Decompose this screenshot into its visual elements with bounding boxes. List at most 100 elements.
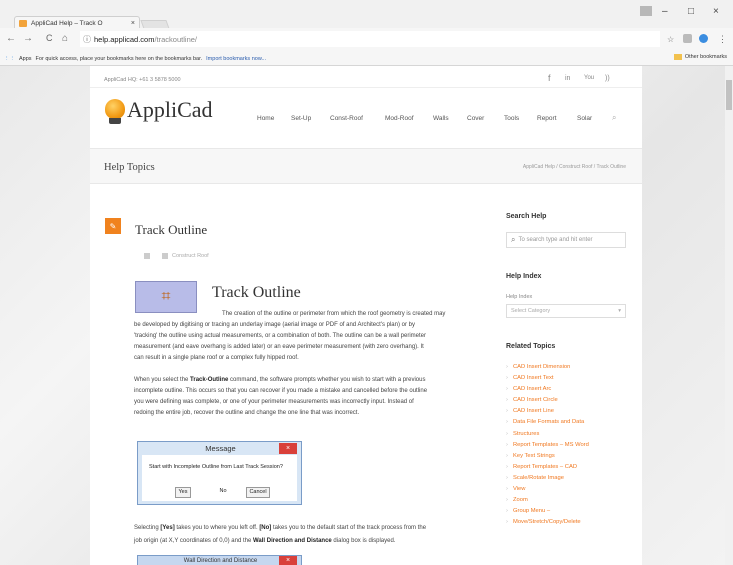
- p3-text: takes you to the default start of the tr…: [271, 525, 427, 531]
- bookmarks-bar: ⋮⋮ Apps For quick access, place your boo…: [0, 52, 733, 66]
- related-topic[interactable]: CAD Insert Arc: [506, 384, 630, 395]
- site-logo[interactable]: AppliCad: [127, 97, 213, 123]
- facebook-icon[interactable]: f: [548, 73, 551, 83]
- address-bar[interactable]: ⓘ help.applicad.com /trackoutline/: [80, 31, 660, 47]
- chevron-down-icon: ▾: [618, 308, 621, 314]
- help-topics-bar: Help Topics AppliCad Help / Construct Ro…: [90, 148, 642, 184]
- category-icon: [162, 253, 168, 259]
- article-category[interactable]: Construct Roof: [172, 253, 209, 259]
- paragraph-2-line-2: incomplete outline. This occurs so that …: [134, 388, 428, 394]
- article-meta: Construct Roof: [144, 253, 209, 259]
- help-topics-title: Help Topics: [104, 162, 155, 173]
- logo-bulb-base: [109, 118, 121, 124]
- extension-icon[interactable]: [683, 34, 692, 43]
- extension-icon[interactable]: [699, 34, 708, 43]
- related-topic[interactable]: Key Text Strings: [506, 451, 630, 462]
- related-topic[interactable]: Move/Stretch/Copy/Delete: [506, 517, 630, 528]
- menu-set-up[interactable]: Set-Up: [291, 115, 311, 122]
- related-topic[interactable]: Group Menu –: [506, 506, 630, 517]
- paragraph-1-line-2: be developed by digitising or tracing an…: [134, 322, 415, 328]
- paragraph-2-line-1: When you select the Track-Outline comman…: [134, 375, 486, 386]
- dialog-body: Start with Incomplete Outline from Last …: [142, 455, 297, 501]
- category-select[interactable]: Select Category ▾: [506, 304, 626, 318]
- p3-text: Selecting: [134, 525, 161, 531]
- minimize-button[interactable]: –: [662, 6, 668, 17]
- menu-cover[interactable]: Cover: [467, 115, 484, 122]
- paragraph-3-line-2: job origin (at X,Y coordinates of 0,0) a…: [134, 536, 486, 547]
- back-button[interactable]: ←: [6, 33, 16, 44]
- home-button[interactable]: ⌂: [62, 33, 68, 44]
- menu-const-roof[interactable]: Const-Roof: [330, 115, 363, 122]
- reload-button[interactable]: C: [46, 33, 53, 43]
- profile-icon[interactable]: [640, 6, 652, 16]
- p3-text: dialog box is displayed.: [331, 538, 396, 544]
- folder-icon: [673, 54, 682, 60]
- forward-button[interactable]: →: [23, 33, 33, 44]
- tab-title: AppliCad Help – Track O: [31, 19, 103, 27]
- dialog-yes-button: Yes: [175, 487, 191, 498]
- wall-direction-dialog: Wall Direction and Distance ×: [137, 555, 302, 565]
- dialog-message: Start with Incomplete Outline from Last …: [149, 464, 283, 470]
- related-topic[interactable]: CAD Insert Dimension: [506, 362, 630, 373]
- no-keyword: [No]: [259, 525, 272, 531]
- p2-text: When you select the: [134, 377, 191, 383]
- url-path: /trackoutline/: [154, 34, 197, 44]
- wall-direction-keyword: Wall Direction and Distance: [252, 538, 332, 544]
- bookmark-star-icon[interactable]: ☆: [667, 35, 674, 44]
- other-bookmarks[interactable]: Other bookmarks: [673, 54, 727, 60]
- linkedin-icon[interactable]: in: [565, 75, 570, 82]
- rss-icon[interactable]: )): [605, 75, 610, 82]
- page-content: AppliCad HQ: +61 3 5878 5000 f in You ))…: [90, 66, 642, 565]
- youtube-icon[interactable]: You: [584, 75, 594, 81]
- related-topic[interactable]: Data File Formats and Data: [506, 417, 630, 428]
- related-topic[interactable]: View: [506, 484, 630, 495]
- related-topic[interactable]: Structures: [506, 429, 630, 440]
- logo-bulb-icon[interactable]: [105, 99, 125, 119]
- related-topic[interactable]: CAD Insert Circle: [506, 395, 630, 406]
- search-input[interactable]: ⌕ To search type and hit enter: [506, 232, 626, 248]
- related-topic[interactable]: Scale/Rotate Image: [506, 473, 630, 484]
- scrollbar[interactable]: [725, 66, 733, 565]
- tab-close-icon[interactable]: ×: [131, 20, 135, 27]
- dialog-no-button: No: [219, 488, 227, 494]
- search-icon: ⌕: [511, 235, 516, 244]
- menu-home[interactable]: Home: [257, 115, 274, 122]
- browser-menu-icon[interactable]: ⋮: [718, 34, 727, 45]
- category-select-value: Select Category: [511, 308, 551, 314]
- p3-text: job origin (at X,Y coordinates of 0,0) a…: [134, 538, 253, 544]
- info-icon[interactable]: ⓘ: [83, 34, 91, 45]
- paragraph-1-line-1: The creation of the outline or perimeter…: [222, 311, 446, 317]
- message-dialog: Message × Start with Incomplete Outline …: [137, 441, 302, 505]
- related-topic[interactable]: Report Templates – CAD: [506, 462, 630, 473]
- dialog2-close-icon: ×: [279, 556, 297, 565]
- menu-search-icon[interactable]: ⌕: [612, 113, 616, 123]
- maximize-button[interactable]: □: [688, 6, 694, 17]
- related-topics-list: CAD Insert Dimension CAD Insert Text CAD…: [506, 362, 630, 529]
- related-topic[interactable]: Zoom: [506, 495, 630, 506]
- article-title: Track Outline: [135, 222, 208, 237]
- paragraph-3-line-1: Selecting [Yes] takes you to where you l…: [134, 523, 486, 534]
- menu-report[interactable]: Report: [537, 115, 557, 122]
- yes-keyword: [Yes]: [160, 525, 175, 531]
- menu-walls[interactable]: Walls: [433, 115, 449, 122]
- menu-mod-roof[interactable]: Mod-Roof: [385, 115, 414, 122]
- apps-link[interactable]: Apps: [19, 56, 32, 62]
- related-topic[interactable]: CAD Insert Text: [506, 373, 630, 384]
- dialog-cancel-button: Cancel: [246, 487, 270, 498]
- import-bookmarks-link[interactable]: Import bookmarks now...: [206, 56, 266, 62]
- related-topic[interactable]: CAD Insert Line: [506, 406, 630, 417]
- scrollbar-thumb[interactable]: [726, 80, 732, 110]
- favicon-icon: [19, 19, 27, 27]
- breadcrumb[interactable]: AppliCad Help / Construct Roof / Track O…: [523, 164, 626, 170]
- calendar-icon: [144, 253, 150, 259]
- menu-tools[interactable]: Tools: [504, 115, 519, 122]
- hq-phone: AppliCad HQ: +61 3 5878 5000: [104, 77, 181, 83]
- related-topic[interactable]: Report Templates – MS Word: [506, 440, 630, 451]
- apps-icon[interactable]: ⋮⋮: [4, 56, 15, 62]
- p2-text: command, the software prompts whether yo…: [228, 377, 426, 383]
- close-window-button[interactable]: ×: [713, 6, 719, 17]
- paragraph-1-line-5: can result in a single plane roof or a c…: [134, 355, 299, 361]
- track-outline-command: Track-Outline: [190, 377, 229, 383]
- menu-solar[interactable]: Solar: [577, 115, 592, 122]
- pencil-icon: ✎: [105, 218, 121, 234]
